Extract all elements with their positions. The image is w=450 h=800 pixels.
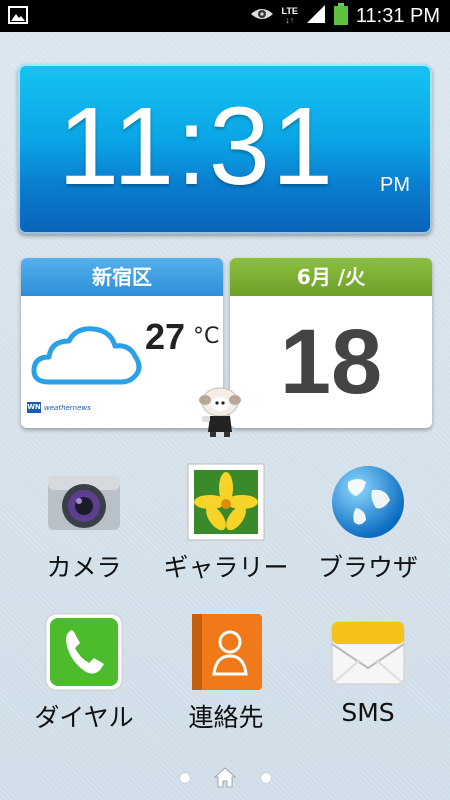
contacts-icon (186, 612, 266, 692)
app-label: ダイヤル (34, 703, 134, 732)
weathernews-logo: WN weathernews (27, 402, 91, 413)
page-indicator[interactable] (0, 765, 450, 789)
app-label: ブラウザ (317, 553, 418, 582)
calendar-month-weekday: 6月 /火 (230, 258, 432, 296)
lte-icon: LTE ↓↑ (281, 6, 298, 25)
home-icon[interactable] (213, 765, 237, 793)
clock-widget[interactable]: 11:31 PM (18, 64, 432, 234)
status-bar: LTE ↓↑ 11:31 PM (0, 0, 450, 32)
app-dialer[interactable]: ダイヤル (14, 612, 154, 734)
page-dot[interactable] (261, 773, 271, 783)
temperature-unit: °C (193, 324, 220, 349)
weather-location: 新宿区 (21, 258, 223, 296)
temperature-value: 27 (145, 316, 186, 357)
camera-icon (44, 462, 124, 542)
battery-icon (333, 3, 348, 29)
clock-ampm: PM (380, 174, 410, 196)
status-time: 11:31 PM (355, 4, 440, 27)
calendar-widget[interactable]: 6月 /火 18 (230, 258, 432, 428)
browser-globe-icon (328, 462, 408, 542)
app-browser[interactable]: ブラウザ (298, 462, 438, 584)
app-sms[interactable]: SMS (298, 612, 438, 727)
eye-icon (250, 6, 274, 26)
app-label: 連絡先 (188, 703, 264, 732)
app-label: カメラ (46, 553, 122, 582)
gallery-icon (186, 462, 266, 542)
phone-icon (44, 612, 124, 692)
app-label: SMS (341, 698, 395, 727)
sms-icon (328, 612, 408, 692)
calendar-day: 18 (279, 311, 383, 413)
app-gallery[interactable]: ギャラリー (156, 462, 296, 584)
weather-provider: weathernews (44, 403, 91, 412)
signal-icon (306, 4, 326, 28)
cloud-icon (31, 324, 143, 390)
app-contacts[interactable]: 連絡先 (156, 612, 296, 734)
app-label: ギャラリー (163, 553, 289, 582)
weather-widget[interactable]: 新宿区 27 °C WN weathernews (21, 258, 223, 428)
page-dot[interactable] (180, 773, 190, 783)
gallery-notification-icon (8, 6, 28, 28)
app-camera[interactable]: カメラ (14, 462, 154, 584)
sheep-mascot-icon[interactable] (196, 386, 244, 442)
clock-time: 11:31 (58, 85, 336, 208)
